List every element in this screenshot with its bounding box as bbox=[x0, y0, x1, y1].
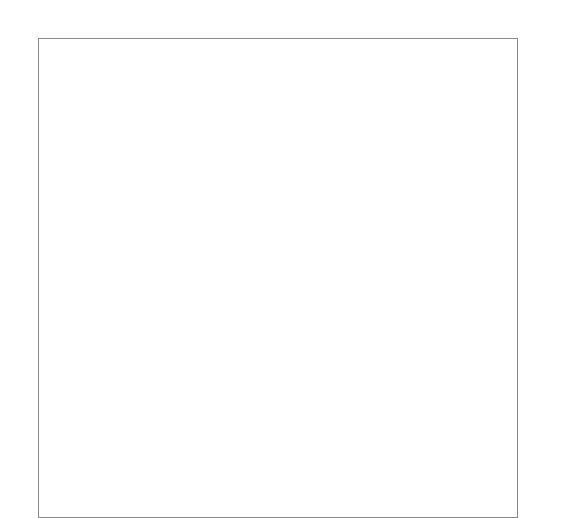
correlation-plot bbox=[0, 0, 568, 514]
colorbar bbox=[546, 38, 562, 518]
plot-area bbox=[38, 38, 518, 518]
